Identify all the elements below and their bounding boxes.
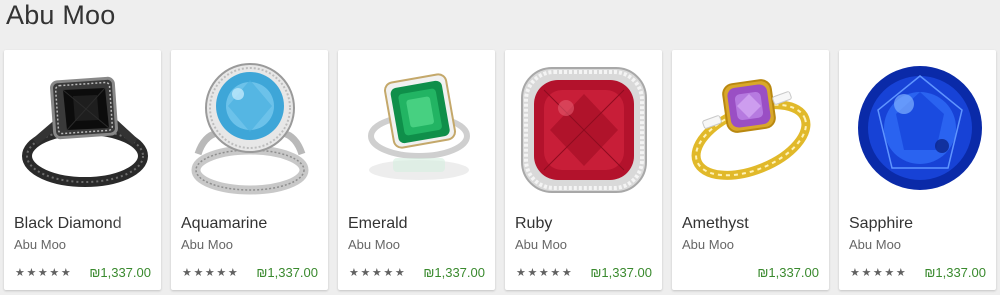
black-diamond-ring-image	[22, 76, 148, 187]
section-title: Abu Moo	[6, 0, 116, 30]
app-card-amethyst[interactable]: Amethyst Abu Moo ₪1,337.00	[672, 50, 829, 290]
developer-name: Abu Moo	[14, 237, 67, 252]
price: ₪1,337.00	[423, 265, 485, 280]
app-card-black-diamond[interactable]: Black Diamond Abu Moo ★★★★★ ₪1,337.00	[4, 50, 161, 290]
aquamarine-ring-image	[191, 63, 309, 195]
card-row: Black Diamond Abu Moo ★★★★★ ₪1,337.00 Aq…	[4, 50, 996, 290]
emerald-ring-image	[368, 73, 470, 180]
sapphire-gem-image	[858, 66, 982, 190]
app-card-emerald[interactable]: Emerald Abu Moo ★★★★★ ₪1,337.00	[338, 50, 495, 290]
star-rating: ★★★★★	[15, 267, 73, 279]
price: ₪1,337.00	[924, 265, 986, 280]
star-rating: ★★★★★	[516, 267, 574, 279]
app-card-aquamarine[interactable]: Aquamarine Abu Moo ★★★★★ ₪1,337.00	[171, 50, 328, 290]
star-rating: ★★★★★	[182, 267, 240, 279]
developer-name: Abu Moo	[348, 237, 401, 252]
price: ₪1,337.00	[757, 265, 819, 280]
star-rating: ★★★★★	[349, 267, 407, 279]
developer-name: Abu Moo	[515, 237, 568, 252]
price: ₪1,337.00	[590, 265, 652, 280]
amethyst-ring-image	[691, 79, 811, 180]
developer-name: Abu Moo	[682, 237, 735, 252]
app-card-sapphire[interactable]: Sapphire Abu Moo ★★★★★ ₪1,337.00	[839, 50, 996, 290]
app-name: Black Diamond	[14, 215, 122, 232]
app-name: Aquamarine	[181, 215, 268, 232]
developer-name: Abu Moo	[181, 237, 234, 252]
app-card-ruby[interactable]: Ruby Abu Moo ★★★★★ ₪1,337.00	[505, 50, 662, 290]
app-name: Amethyst	[682, 215, 749, 232]
developer-name: Abu Moo	[849, 237, 902, 252]
app-name: Sapphire	[849, 215, 914, 232]
price: ₪1,337.00	[256, 265, 318, 280]
app-name: Ruby	[515, 215, 553, 232]
star-rating: ★★★★★	[850, 267, 908, 279]
price: ₪1,337.00	[89, 265, 151, 280]
app-name: Emerald	[348, 215, 408, 232]
ruby-gem-image	[521, 67, 647, 193]
